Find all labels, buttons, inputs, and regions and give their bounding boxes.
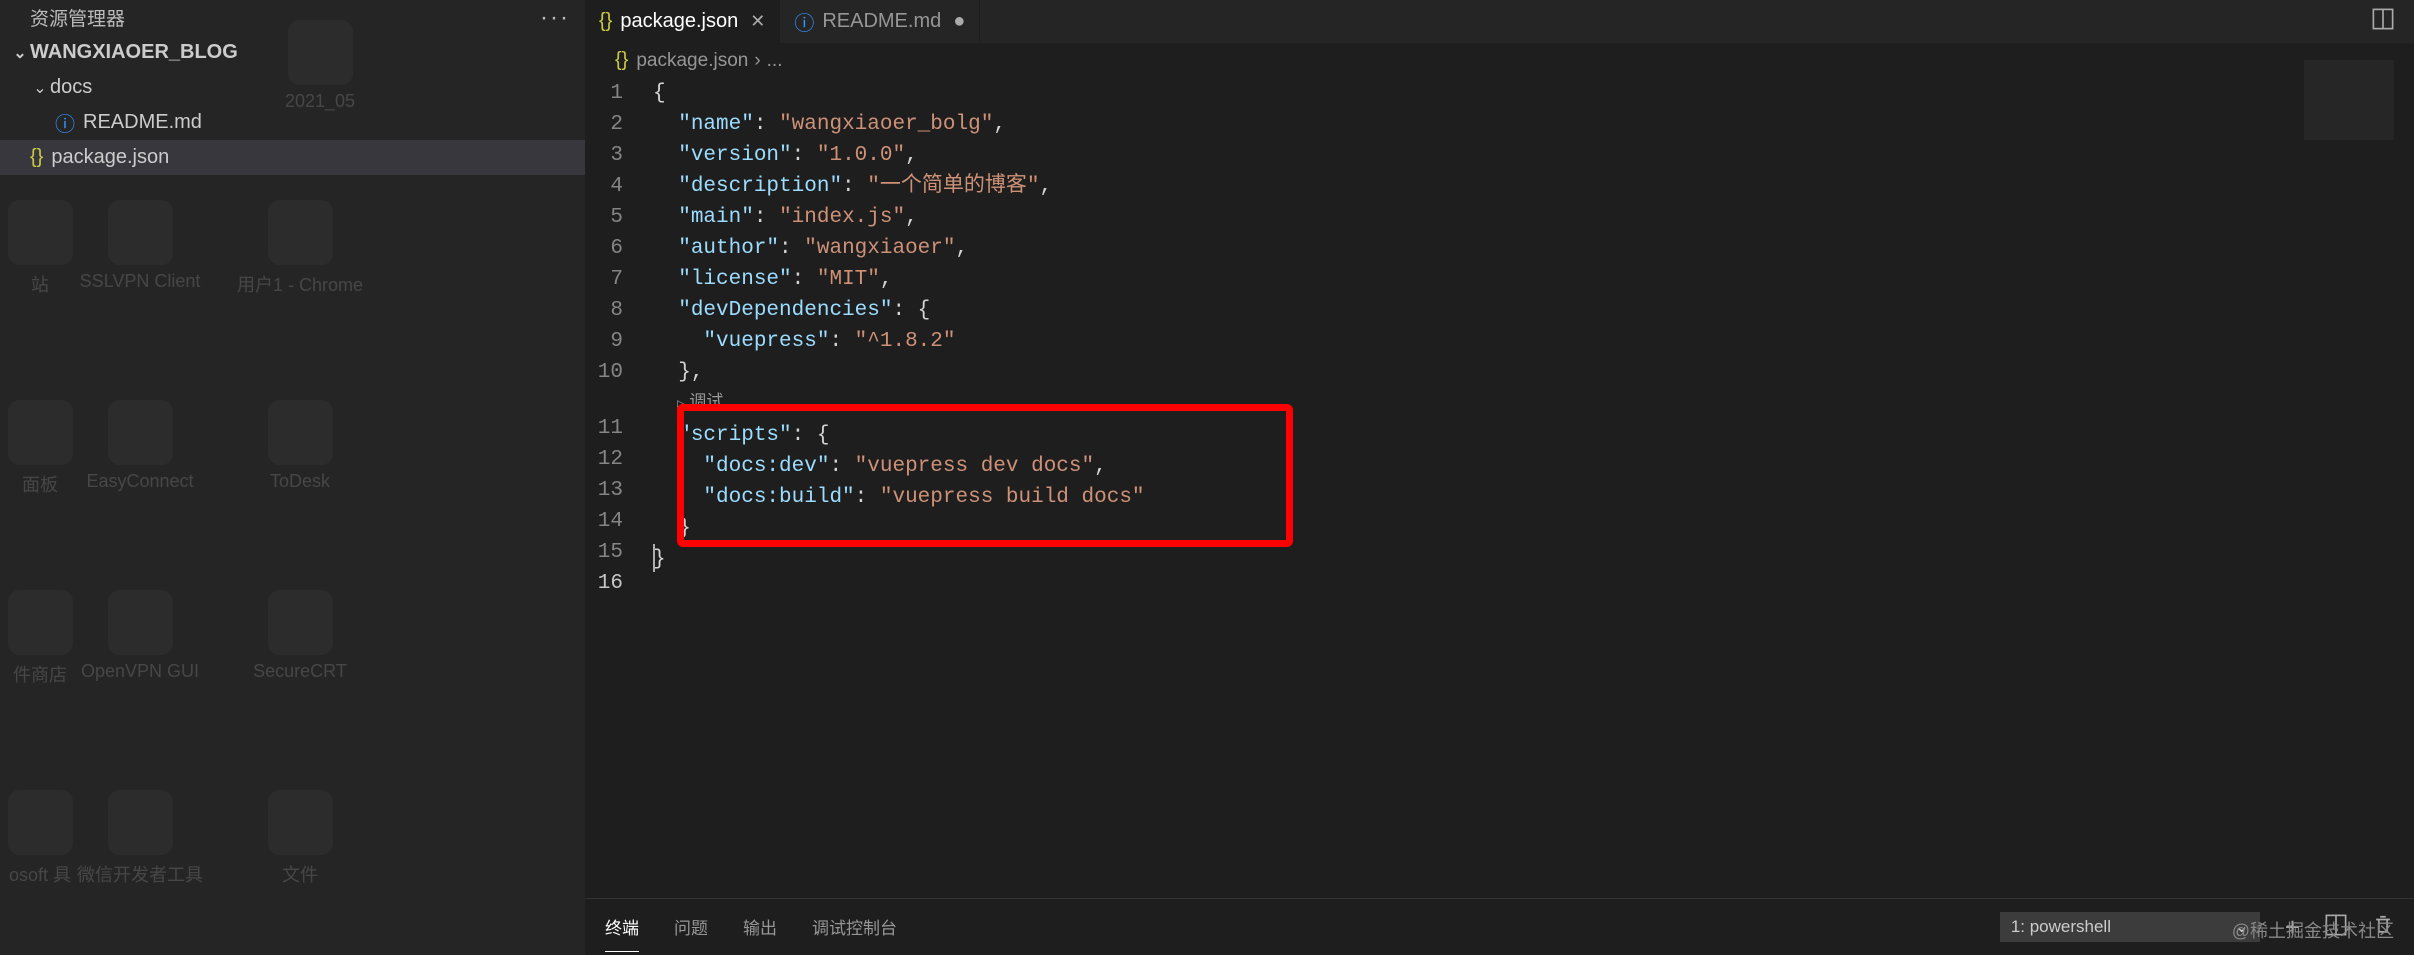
json-icon: {}	[30, 146, 43, 169]
json-icon: {}	[599, 10, 612, 33]
close-icon[interactable]: ✕	[750, 11, 765, 32]
code-editor[interactable]: 1 2 3 4 5 6 7 8 9 10 11 12 13 14 15 16 {	[585, 78, 2414, 898]
chevron-down-icon	[10, 43, 30, 63]
tab-package-json[interactable]: {} package.json ✕	[585, 0, 780, 43]
dirty-icon: ●	[953, 10, 965, 33]
tab-readme[interactable]: ⓘ README.md ●	[780, 0, 980, 43]
split-editor-icon[interactable]	[2372, 8, 2394, 36]
cursor	[653, 544, 655, 572]
tabs-bar: {} package.json ✕ ⓘ README.md ●	[585, 0, 2414, 43]
panel-tab-terminal[interactable]: 终端	[605, 902, 639, 952]
info-icon: ⓘ	[55, 108, 75, 137]
chevron-right-icon: ›	[754, 50, 760, 72]
explorer-title: 资源管理器	[30, 4, 125, 31]
more-icon[interactable]: ···	[540, 4, 570, 32]
panel-tab-debug-console[interactable]: 调试控制台	[812, 902, 897, 952]
codelens-debug[interactable]: ▷调试	[653, 388, 2414, 420]
minimap[interactable]	[2304, 60, 2394, 140]
project-root[interactable]: WANGXIAOER_BLOG	[0, 35, 585, 70]
info-icon: ⓘ	[794, 7, 814, 36]
panel-bar: 终端 问题 输出 调试控制台 1: powershell ⌄ +	[585, 898, 2414, 955]
panel-tab-problems[interactable]: 问题	[674, 902, 708, 952]
watermark: @稀土掘金技术社区	[2232, 917, 2394, 943]
breadcrumb[interactable]: {} package.json › ...	[585, 43, 2414, 78]
line-gutter: 1 2 3 4 5 6 7 8 9 10 11 12 13 14 15 16	[585, 78, 653, 898]
editor: {} package.json ✕ ⓘ README.md ● {} packa…	[585, 0, 2414, 955]
json-icon: {}	[615, 49, 628, 72]
file-package-json[interactable]: {} package.json	[0, 140, 585, 175]
file-readme[interactable]: ⓘ README.md	[0, 105, 585, 140]
panel-tab-output[interactable]: 输出	[743, 902, 777, 952]
chevron-down-icon	[30, 78, 50, 98]
terminal-selector[interactable]: 1: powershell ⌄	[2000, 912, 2260, 942]
folder-docs[interactable]: docs	[0, 70, 585, 105]
code-content[interactable]: { "name": "wangxiaoer_bolg", "version": …	[653, 78, 2414, 898]
explorer-sidebar: 2021_05 SSLVPN Client 用户1 - Chrome 站 面板 …	[0, 0, 585, 955]
